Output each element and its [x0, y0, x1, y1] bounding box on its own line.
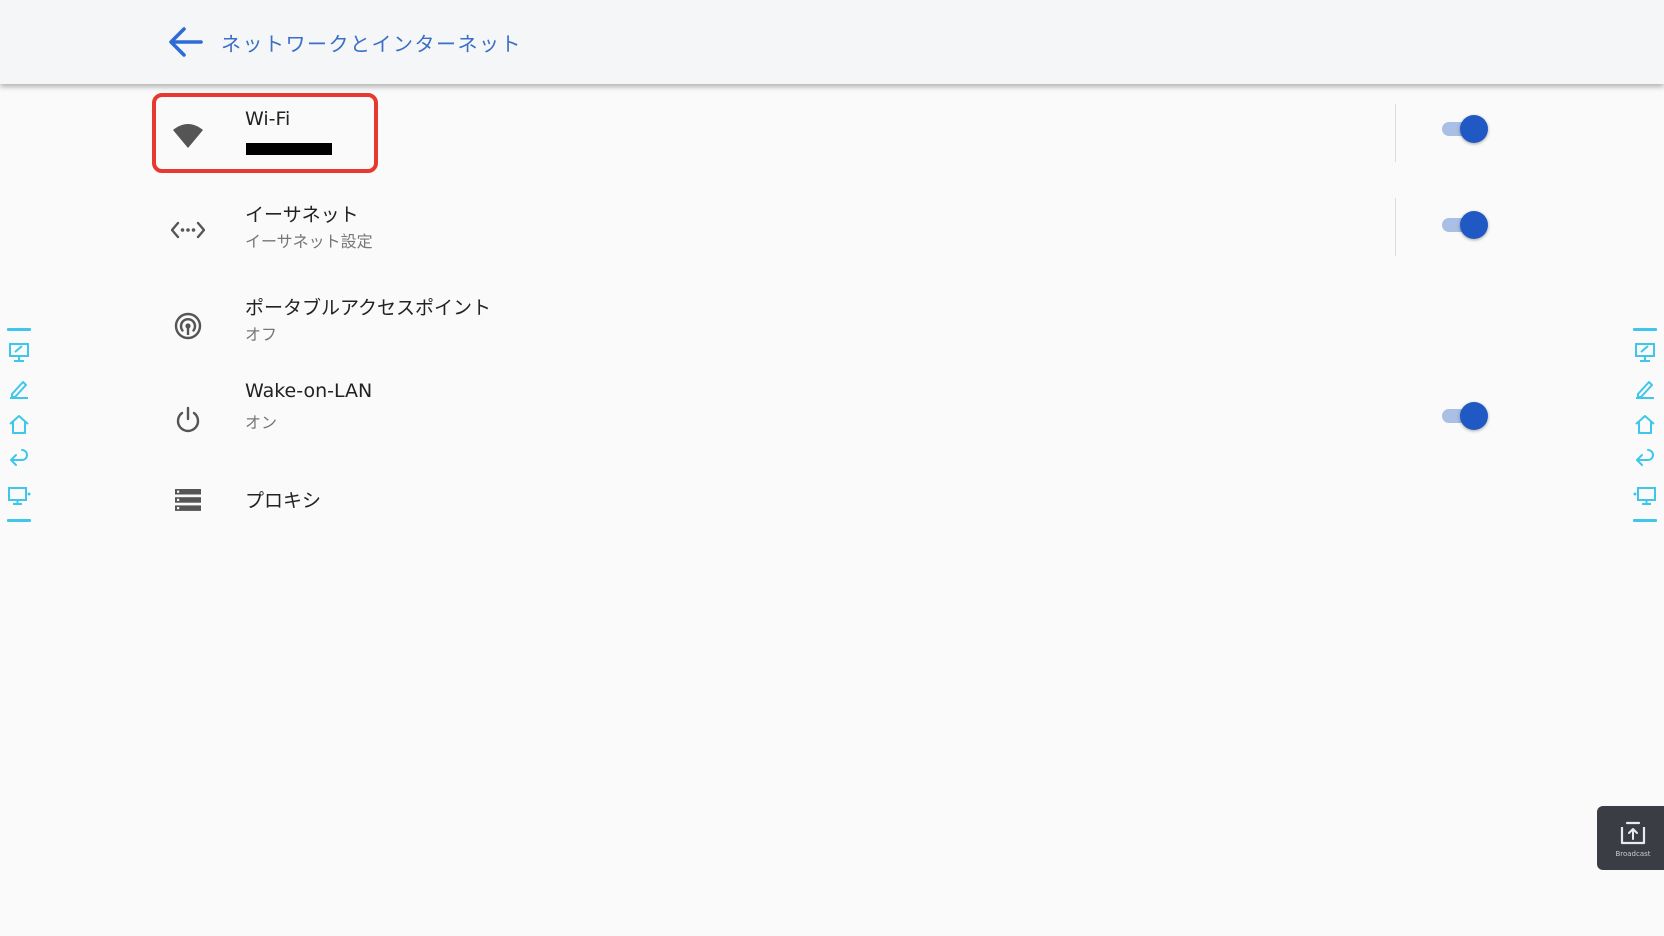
pc-icon[interactable] — [5, 481, 33, 511]
dock-top-line — [7, 328, 31, 331]
ethernet-title: イーサネット — [245, 204, 359, 226]
proxy-title: プロキシ — [245, 490, 322, 512]
wifi-title: Wi-Fi — [245, 108, 291, 130]
broadcast-icon — [1620, 821, 1646, 844]
hotspot-icon — [168, 306, 208, 346]
toggle-thumb — [1460, 115, 1488, 143]
wake-on-lan-toggle[interactable] — [1440, 402, 1488, 430]
ethernet-subtitle: イーサネット設定 — [245, 232, 373, 251]
page-title: ネットワークとインターネット — [221, 32, 522, 56]
hotspot-row[interactable]: ポータブルアクセスポイント オフ — [150, 288, 1510, 372]
proxy-row[interactable]: プロキシ — [150, 472, 1510, 542]
dock-bottom-line — [7, 519, 31, 522]
back-button[interactable] — [164, 22, 206, 62]
wifi-row[interactable]: Wi-Fi — [150, 96, 1510, 180]
ethernet-toggle[interactable] — [1440, 211, 1488, 239]
back-icon[interactable] — [5, 445, 33, 475]
settings-list: Wi-Fi イーサネット イーサネット設定 ポータブルアクセスポイント オフ W… — [0, 84, 1664, 936]
row-divider — [1395, 198, 1396, 256]
wake-on-lan-status: オン — [245, 413, 278, 432]
toggle-thumb — [1460, 402, 1488, 430]
arrow-left-icon — [169, 27, 203, 57]
whiteboard-icon[interactable] — [5, 337, 33, 367]
wifi-icon — [168, 116, 208, 156]
right-floating-dock — [1628, 328, 1662, 538]
ethernet-icon — [168, 210, 208, 250]
wifi-toggle[interactable] — [1440, 115, 1488, 143]
home-icon[interactable] — [5, 409, 33, 439]
redaction-bar — [246, 143, 332, 155]
wake-on-lan-row[interactable]: Wake-on-LAN オン — [150, 380, 1510, 464]
pen-icon[interactable] — [1631, 373, 1659, 403]
dock-bottom-line — [1633, 519, 1657, 522]
app-bar: ネットワークとインターネット — [0, 0, 1664, 84]
pen-icon[interactable] — [5, 373, 33, 403]
toggle-thumb — [1460, 211, 1488, 239]
wake-on-lan-title: Wake-on-LAN — [245, 380, 373, 402]
ethernet-row[interactable]: イーサネット イーサネット設定 — [150, 192, 1510, 276]
dock-top-line — [1633, 328, 1657, 331]
broadcast-button[interactable]: Broadcast — [1597, 806, 1664, 870]
back-icon[interactable] — [1631, 445, 1659, 475]
proxy-icon — [168, 480, 208, 520]
pc-icon[interactable] — [1631, 481, 1659, 511]
hotspot-title: ポータブルアクセスポイント — [245, 297, 492, 319]
power-icon — [168, 400, 208, 440]
hotspot-status: オフ — [245, 325, 278, 344]
row-divider — [1395, 104, 1396, 162]
broadcast-label: Broadcast — [1615, 849, 1651, 858]
whiteboard-icon[interactable] — [1631, 337, 1659, 367]
left-floating-dock — [2, 328, 36, 538]
home-icon[interactable] — [1631, 409, 1659, 439]
